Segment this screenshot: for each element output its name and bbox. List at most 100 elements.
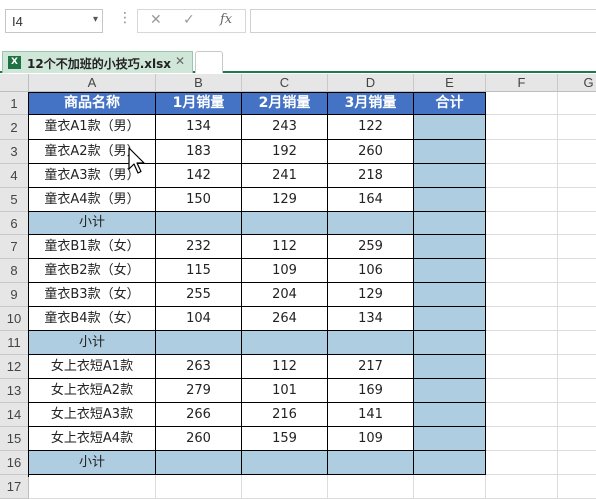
sales-cell[interactable]: 150 <box>156 188 242 212</box>
total-cell[interactable] <box>414 188 486 212</box>
empty-cell[interactable] <box>486 355 558 379</box>
product-name-cell[interactable]: 童衣B4款（女） <box>29 307 156 331</box>
workbook-tab-active[interactable]: X 12个不加班的小技巧.xlsx ✕ <box>2 51 193 73</box>
sales-cell[interactable]: 260 <box>156 427 242 451</box>
subtotal-cell[interactable] <box>328 212 414 235</box>
enter-icon[interactable]: ✓ <box>183 12 195 28</box>
sales-cell[interactable]: 142 <box>156 164 242 188</box>
empty-cell[interactable] <box>558 379 596 403</box>
subtotal-cell[interactable] <box>328 451 414 475</box>
sales-cell[interactable]: 218 <box>328 164 414 188</box>
empty-cell[interactable] <box>486 235 558 259</box>
product-name-cell[interactable]: 童衣B2款（女） <box>29 259 156 283</box>
empty-cell[interactable] <box>558 307 596 331</box>
sales-cell[interactable]: 243 <box>242 115 328 140</box>
subtotal-cell[interactable] <box>328 331 414 355</box>
row-header-1[interactable]: 1 <box>0 92 29 115</box>
empty-cell[interactable] <box>486 379 558 403</box>
total-cell[interactable] <box>414 235 486 259</box>
total-cell[interactable] <box>414 307 486 331</box>
empty-cell[interactable] <box>558 188 596 212</box>
product-name-cell[interactable]: 童衣B1款（女） <box>29 235 156 259</box>
empty-cell[interactable] <box>486 283 558 307</box>
sales-cell[interactable]: 129 <box>242 188 328 212</box>
column-header-a[interactable]: A <box>29 74 156 92</box>
header-cell[interactable]: 3月销量 <box>328 92 414 115</box>
header-cell[interactable]: 1月销量 <box>156 92 242 115</box>
subtotal-cell[interactable] <box>156 212 242 235</box>
empty-cell[interactable] <box>486 164 558 188</box>
subtotal-cell[interactable] <box>414 451 486 475</box>
empty-cell[interactable] <box>29 475 156 499</box>
row-header-2[interactable]: 2 <box>0 115 29 140</box>
row-header-4[interactable]: 4 <box>0 164 29 188</box>
product-name-cell[interactable]: 女上衣短A2款 <box>29 379 156 403</box>
sales-cell[interactable]: 122 <box>328 115 414 140</box>
empty-cell[interactable] <box>486 475 558 499</box>
product-name-cell[interactable]: 女上衣短A3款 <box>29 403 156 427</box>
empty-cell[interactable] <box>486 331 558 355</box>
sales-cell[interactable]: 217 <box>328 355 414 379</box>
empty-cell[interactable] <box>328 475 414 499</box>
header-cell[interactable]: 2月销量 <box>242 92 328 115</box>
sales-cell[interactable]: 259 <box>328 235 414 259</box>
row-header-16[interactable]: 16 <box>0 451 29 475</box>
row-header-13[interactable]: 13 <box>0 379 29 403</box>
empty-cell[interactable] <box>558 451 596 475</box>
total-cell[interactable] <box>414 379 486 403</box>
total-cell[interactable] <box>414 164 486 188</box>
row-header-7[interactable]: 7 <box>0 235 29 259</box>
subtotal-cell[interactable] <box>156 451 242 475</box>
product-name-cell[interactable]: 童衣A4款（男） <box>29 188 156 212</box>
product-name-cell[interactable]: 童衣A1款（男） <box>29 115 156 140</box>
subtotal-cell[interactable] <box>414 331 486 355</box>
row-header-8[interactable]: 8 <box>0 259 29 283</box>
subtotal-cell[interactable] <box>414 212 486 235</box>
subtotal-cell[interactable] <box>156 331 242 355</box>
sales-cell[interactable]: 169 <box>328 379 414 403</box>
row-header-11[interactable]: 11 <box>0 331 29 355</box>
empty-cell[interactable] <box>558 475 596 499</box>
empty-cell[interactable] <box>242 475 328 499</box>
empty-cell[interactable] <box>486 115 558 140</box>
close-tab-icon[interactable]: ✕ <box>175 54 185 68</box>
column-header-f[interactable]: F <box>486 74 558 92</box>
product-name-cell[interactable]: 女上衣短A4款 <box>29 427 156 451</box>
sales-cell[interactable]: 260 <box>328 140 414 164</box>
row-header-5[interactable]: 5 <box>0 188 29 212</box>
new-tab-button[interactable] <box>195 51 223 73</box>
empty-cell[interactable] <box>558 427 596 451</box>
empty-cell[interactable] <box>558 283 596 307</box>
row-header-9[interactable]: 9 <box>0 283 29 307</box>
empty-cell[interactable] <box>486 212 558 235</box>
total-cell[interactable] <box>414 427 486 451</box>
name-box[interactable]: I4 ▾ <box>5 9 103 33</box>
sales-cell[interactable]: 134 <box>156 115 242 140</box>
empty-cell[interactable] <box>486 140 558 164</box>
subtotal-cell[interactable]: 小计 <box>29 212 156 235</box>
sales-cell[interactable]: 112 <box>242 235 328 259</box>
row-header-17[interactable]: 17 <box>0 475 29 499</box>
select-all-corner[interactable] <box>0 74 29 92</box>
sales-cell[interactable]: 159 <box>242 427 328 451</box>
sales-cell[interactable]: 134 <box>328 307 414 331</box>
sales-cell[interactable]: 232 <box>156 235 242 259</box>
empty-cell[interactable] <box>486 307 558 331</box>
row-header-6[interactable]: 6 <box>0 212 29 235</box>
empty-cell[interactable] <box>558 164 596 188</box>
empty-cell[interactable] <box>558 92 596 115</box>
sales-cell[interactable]: 129 <box>328 283 414 307</box>
subtotal-cell[interactable]: 小计 <box>29 331 156 355</box>
total-cell[interactable] <box>414 115 486 140</box>
empty-cell[interactable] <box>558 235 596 259</box>
subtotal-cell[interactable] <box>242 451 328 475</box>
sales-cell[interactable]: 279 <box>156 379 242 403</box>
subtotal-cell[interactable] <box>242 212 328 235</box>
empty-cell[interactable] <box>414 475 486 499</box>
header-cell[interactable]: 商品名称 <box>29 92 156 115</box>
sales-cell[interactable]: 112 <box>242 355 328 379</box>
subtotal-cell[interactable] <box>242 331 328 355</box>
sales-cell[interactable]: 109 <box>242 259 328 283</box>
sales-cell[interactable]: 141 <box>328 403 414 427</box>
empty-cell[interactable] <box>558 259 596 283</box>
